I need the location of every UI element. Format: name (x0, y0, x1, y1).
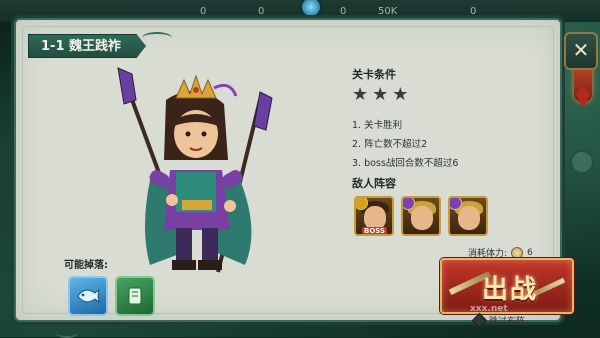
side-menu-button[interactable] (570, 150, 594, 174)
enemy-lineup-title: 敌人阵容 (352, 177, 396, 190)
drop-item-scroll[interactable] (115, 276, 155, 316)
conditions-list: 1. 关卡胜利 2. 阵亡数不超过2 3. boss战回合数不超过6 (352, 116, 458, 173)
rank-badge-icon (403, 198, 415, 210)
boss-tag: BOSS (362, 227, 388, 235)
resource-value: 50K (378, 6, 398, 17)
title-ornament (142, 32, 172, 44)
close-button[interactable]: ✕ (564, 32, 598, 70)
rank-badge-icon (450, 198, 462, 210)
skip-formation-label: 跳过布阵 (489, 317, 526, 327)
star-rating: ★ ★ ★ (352, 86, 408, 104)
stage-title: 1-1 魏王践祚 (28, 34, 146, 58)
enemy-boss-portrait[interactable]: BOSS (354, 196, 394, 236)
star-icon: ★ (372, 84, 389, 105)
drops-title: 可能掉落: (64, 260, 108, 271)
stage-dialog: 1-1 魏王践祚 关卡条件 ★ ★ ★ 1. 关卡胜利 2. 阵亡数不超过2 3… (14, 18, 574, 338)
face (411, 206, 433, 230)
checkbox-icon[interactable] (471, 312, 488, 329)
conditions-title: 关卡条件 (352, 68, 396, 81)
watermark: xxx.net (470, 304, 508, 314)
stamina-value: 6 (527, 247, 533, 258)
enemy-portrait[interactable] (448, 196, 488, 236)
condition-item: 2. 阵亡数不超过2 (352, 139, 428, 150)
resource-value: 0 (200, 6, 207, 17)
condition-item: 1. 关卡胜利 (352, 120, 403, 131)
skip-formation-toggle[interactable]: 跳过布阵 (471, 312, 526, 329)
condition-item: 3. boss战回合数不超过6 (352, 158, 459, 169)
gem-icon (300, 0, 322, 18)
drops-list (68, 276, 155, 316)
stamina-icon (511, 246, 524, 259)
enemy-lineup: BOSS (354, 196, 488, 236)
star-icon: ★ (352, 84, 369, 105)
fish-icon (77, 288, 100, 304)
resource-value: 0 (470, 6, 477, 17)
resource-value: 0 (258, 6, 265, 17)
enemy-portrait[interactable] (401, 196, 441, 236)
face (458, 206, 480, 230)
star-icon: ★ (392, 84, 409, 105)
rank-badge-icon (356, 198, 368, 210)
drop-item-fish[interactable] (68, 276, 108, 316)
resource-value: 0 (340, 6, 347, 17)
boss-hero-portrait (117, 67, 273, 273)
battle-button-label: 出战 (482, 275, 539, 305)
scroll-icon (128, 287, 142, 305)
